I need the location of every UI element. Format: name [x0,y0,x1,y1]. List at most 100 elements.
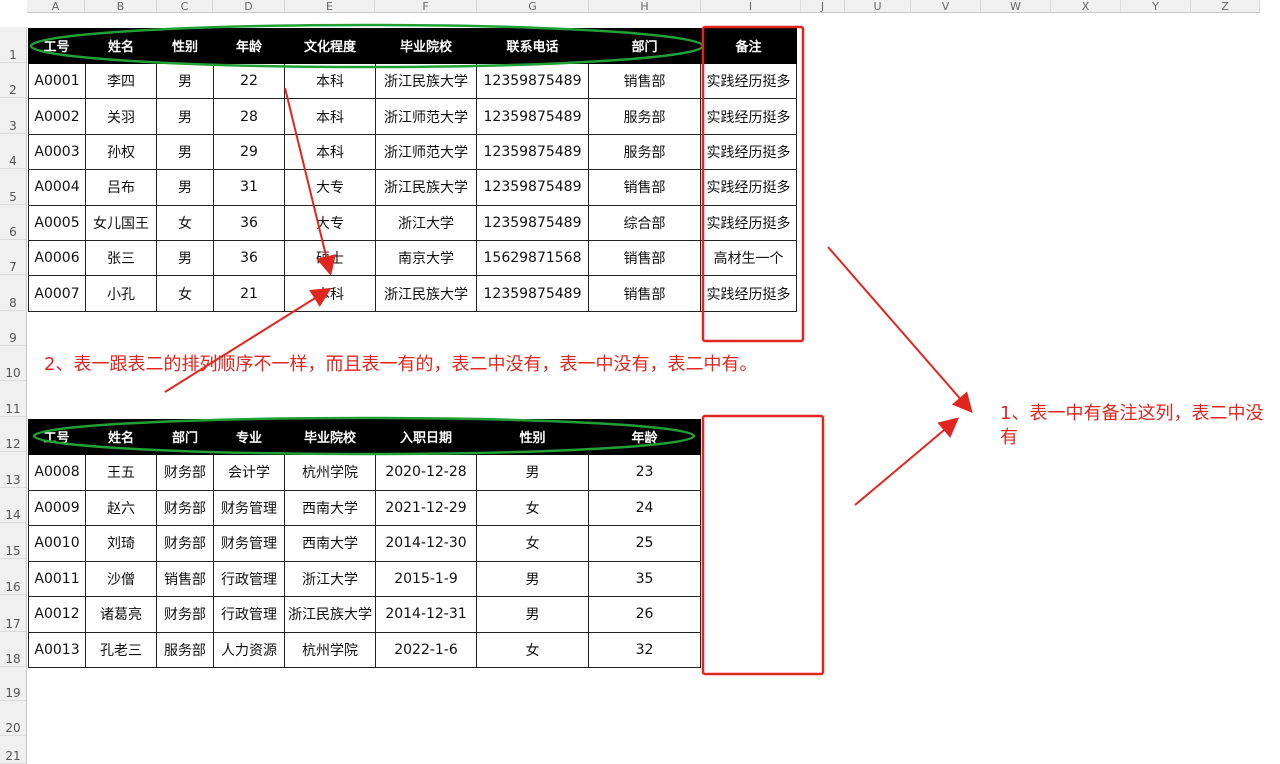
table-cell[interactable]: 男 [477,455,589,491]
table-cell[interactable]: 财务部 [157,490,214,526]
table-cell[interactable]: 浙江民族大学 [376,64,477,100]
column-header-V[interactable]: V [911,0,981,13]
table-cell[interactable]: 24 [589,490,701,526]
table-cell[interactable]: A0009 [28,490,86,526]
table-cell[interactable]: 南京大学 [376,241,477,277]
table-cell[interactable]: 小孔 [86,276,157,312]
table-cell[interactable]: 销售部 [589,276,701,312]
table-cell[interactable]: 12359875489 [477,276,589,312]
row-header-8[interactable]: 8 [0,275,27,311]
column-header-F[interactable]: F [375,0,477,13]
table-cell[interactable]: 2021-12-29 [376,490,477,526]
table-cell[interactable]: 12359875489 [477,205,589,241]
table-cell[interactable]: 男 [157,64,214,100]
table-cell[interactable]: 高材生一个 [701,241,797,277]
row-header-10[interactable]: 10 [0,346,27,381]
table-cell[interactable]: 2022-1-6 [376,632,477,668]
table-cell[interactable]: 女 [477,632,589,668]
table-cell[interactable]: A0001 [28,64,86,100]
table-cell[interactable]: A0007 [28,276,86,312]
table-cell[interactable]: 关羽 [86,99,157,135]
table-cell[interactable]: 销售部 [589,241,701,277]
table-cell[interactable]: 2014-12-30 [376,526,477,562]
table-cell[interactable]: 男 [157,170,214,206]
row-header-17[interactable]: 17 [0,595,27,632]
table-cell[interactable]: 男 [477,597,589,633]
table-cell[interactable]: A0004 [28,170,86,206]
table-cell[interactable]: 赵六 [86,490,157,526]
table-cell[interactable]: 孔老三 [86,632,157,668]
row-header-18[interactable]: 18 [0,632,27,667]
table-cell[interactable]: 财务部 [157,597,214,633]
table-cell[interactable]: A0003 [28,134,86,171]
column-header-C[interactable]: C [157,0,213,13]
table-cell[interactable]: 12359875489 [477,99,589,135]
table-cell[interactable]: 硕士 [285,241,376,277]
table-cell[interactable]: 浙江民族大学 [376,276,477,312]
column-header-E[interactable]: E [285,0,375,13]
table-cell[interactable]: 财务部 [157,526,214,562]
table-cell[interactable]: 21 [214,276,285,312]
table-cell[interactable]: 12359875489 [477,170,589,206]
table-cell[interactable]: 35 [589,561,701,597]
table-cell[interactable]: A0012 [28,597,86,633]
table-cell[interactable]: 32 [589,632,701,668]
table-cell[interactable]: 29 [214,134,285,171]
column-header-D[interactable]: D [213,0,285,13]
row-header-16[interactable]: 16 [0,559,27,595]
row-header-5[interactable]: 5 [0,169,27,205]
table-cell[interactable]: 浙江大学 [376,205,477,241]
table-cell[interactable]: 实践经历挺多 [701,170,797,206]
column-header-X[interactable]: X [1051,0,1121,13]
table-cell[interactable]: 服务部 [589,99,701,135]
column-header-I[interactable]: I [701,0,801,13]
table-cell[interactable]: 杭州学院 [285,455,376,491]
table-cell[interactable]: 实践经历挺多 [701,99,797,135]
table-cell[interactable]: 女 [157,205,214,241]
table-cell[interactable]: 本科 [285,99,376,135]
table-cell[interactable]: 销售部 [589,170,701,206]
table-cell[interactable]: 人力资源 [214,632,285,668]
table-cell[interactable]: 女 [157,276,214,312]
row-header-1[interactable]: 1 [0,27,27,63]
table-cell[interactable]: A0005 [28,205,86,241]
column-header-B[interactable]: B [85,0,157,13]
table-cell[interactable]: A0008 [28,455,86,491]
table-cell[interactable]: 浙江民族大学 [285,597,376,633]
table-cell[interactable]: 张三 [86,241,157,277]
table-cell[interactable]: 2015-1-9 [376,561,477,597]
table-cell[interactable]: 吕布 [86,170,157,206]
table-cell[interactable]: 大专 [285,205,376,241]
table-cell[interactable]: A0013 [28,632,86,668]
table-cell[interactable]: 36 [214,241,285,277]
row-header-14[interactable]: 14 [0,488,27,523]
table-cell[interactable]: 行政管理 [214,597,285,633]
table-cell[interactable]: 浙江民族大学 [376,170,477,206]
table-cell[interactable]: 诸葛亮 [86,597,157,633]
table-cell[interactable]: 25 [589,526,701,562]
table-cell[interactable]: 财务部 [157,455,214,491]
table-cell[interactable]: 会计学 [214,455,285,491]
table-cell[interactable]: 综合部 [589,205,701,241]
table-cell[interactable]: 大专 [285,170,376,206]
table-cell[interactable]: A0011 [28,561,86,597]
table-cell[interactable]: 刘琦 [86,526,157,562]
table-cell[interactable]: A0002 [28,99,86,135]
table-cell[interactable]: 实践经历挺多 [701,64,797,100]
table-cell[interactable]: 实践经历挺多 [701,276,797,312]
table-cell[interactable]: 15629871568 [477,241,589,277]
row-header-11[interactable]: 11 [0,381,27,417]
column-header-Y[interactable]: Y [1121,0,1191,13]
table-cell[interactable]: A0006 [28,241,86,277]
table-cell[interactable]: 22 [214,64,285,100]
column-header-J[interactable]: J [801,0,845,13]
table-cell[interactable]: 男 [157,134,214,171]
row-header-3[interactable]: 3 [0,98,27,134]
table-cell[interactable]: 12359875489 [477,134,589,171]
table-cell[interactable]: 2020-12-28 [376,455,477,491]
table-cell[interactable]: 男 [157,99,214,135]
table-cell[interactable]: 财务管理 [214,526,285,562]
table-cell[interactable]: 男 [157,241,214,277]
table-cell[interactable]: 浙江大学 [285,561,376,597]
row-header-9[interactable]: 9 [0,311,27,346]
